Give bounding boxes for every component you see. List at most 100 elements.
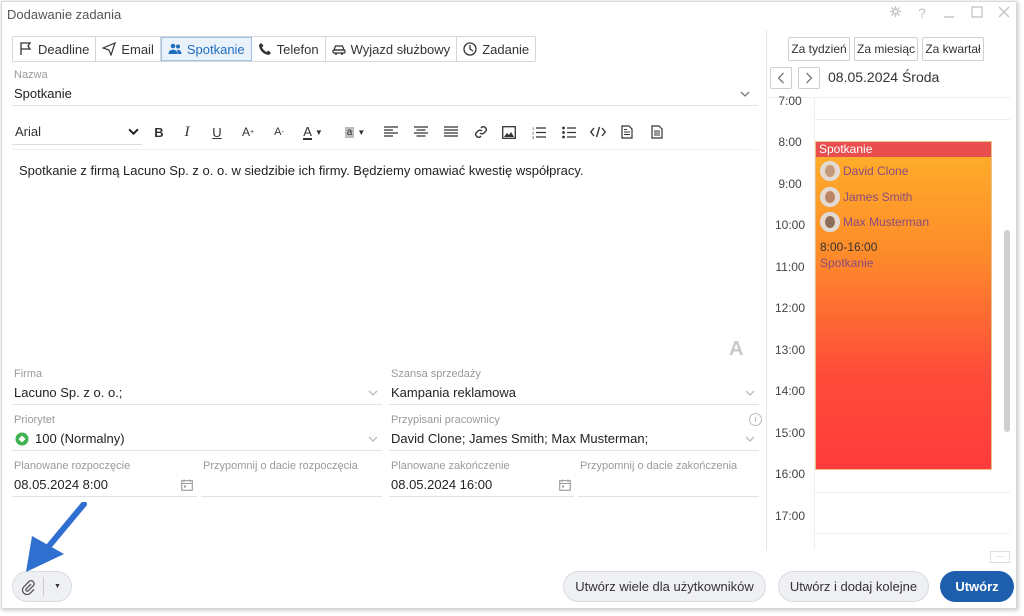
tab-email[interactable]: Email xyxy=(96,37,161,61)
plan-start-input[interactable]: 08.05.2024 8:00 xyxy=(14,477,108,492)
name-underline xyxy=(12,105,758,106)
font-select[interactable]: Arial xyxy=(12,119,142,145)
attachment-button-group: ▼ xyxy=(12,571,72,602)
name-input[interactable]: Spotkanie xyxy=(14,86,72,101)
tab-label: Zadanie xyxy=(482,41,530,57)
szansa-underline xyxy=(389,404,759,405)
chevron-down-icon[interactable] xyxy=(368,434,378,444)
paperclip-icon[interactable] xyxy=(13,572,43,601)
calendar-date-label: 08.05.2024 Środa xyxy=(828,69,940,85)
align-left-icon[interactable] xyxy=(382,119,400,145)
remind-start-underline xyxy=(201,496,382,497)
participant-name: Max Musterman xyxy=(843,215,930,229)
prev-day-button[interactable] xyxy=(770,67,792,89)
event-participant: David Clone xyxy=(820,161,908,181)
clock-icon xyxy=(463,42,477,56)
szansa-label: Szansa sprzedaży xyxy=(391,368,481,380)
przypisani-input[interactable]: David Clone; James Smith; Max Musterman; xyxy=(391,431,648,446)
tab-label: Telefon xyxy=(276,41,319,57)
create-and-add-next-button[interactable]: Utwórz i dodaj kolejne xyxy=(778,571,929,602)
plan-start-underline xyxy=(12,496,197,497)
tab-deadline[interactable]: Deadline xyxy=(13,37,97,61)
tab-zadanie[interactable]: Zadanie xyxy=(457,37,536,61)
font-color-icon[interactable]: A ▼ xyxy=(298,119,328,145)
szansa-input[interactable]: Kampania reklamowa xyxy=(391,385,516,400)
tab-wyjazd-sluzbowy[interactable]: Wyjazd służbowy xyxy=(325,37,458,61)
create-button[interactable]: Utwórz xyxy=(940,571,1014,602)
ordered-list-icon[interactable]: 123 xyxy=(530,119,548,145)
font-select-value: Arial xyxy=(15,124,42,139)
font-size-increase-icon[interactable]: A + xyxy=(238,119,258,145)
panel-divider xyxy=(766,30,767,550)
tab-label: Wyjazd służbowy xyxy=(350,41,451,57)
caret-down-icon[interactable]: ▼ xyxy=(44,572,71,601)
przypisani-label: Przypisani pracownicy xyxy=(391,414,500,426)
participant-name: James Smith xyxy=(843,190,913,204)
event-participant: Max Musterman xyxy=(820,212,929,232)
priorytet-input[interactable]: 100 (Normalny) xyxy=(35,431,125,446)
underline-icon[interactable]: U xyxy=(208,119,226,145)
chevron-down-icon[interactable] xyxy=(745,434,755,444)
send-icon xyxy=(102,42,117,56)
priorytet-label: Priorytet xyxy=(14,414,55,426)
calendar-icon[interactable] xyxy=(181,479,193,491)
grid-line xyxy=(814,533,1010,534)
text-style-icon[interactable]: A xyxy=(729,338,743,361)
priority-icon xyxy=(15,432,29,446)
settings-icon[interactable] xyxy=(885,5,905,23)
phone-icon xyxy=(258,43,271,55)
info-icon[interactable]: i xyxy=(749,413,762,426)
align-justify-icon[interactable] xyxy=(442,119,460,145)
plan-end-input[interactable]: 08.05.2024 16:00 xyxy=(391,477,492,492)
document-icon[interactable] xyxy=(618,119,636,145)
calendar-icon[interactable] xyxy=(559,479,571,491)
template-icon[interactable] xyxy=(648,119,666,145)
window-title: Dodawanie zadania xyxy=(7,7,122,22)
close-icon[interactable] xyxy=(994,5,1014,23)
remind-end-label: Przypomnij o dacie zakończenia xyxy=(580,460,738,472)
calendar-event[interactable]: Spotkanie David Clone James Smith Max Mu… xyxy=(815,141,992,470)
range-week-button[interactable]: Za tydzień xyxy=(788,37,850,61)
help-icon[interactable]: ? xyxy=(912,5,932,23)
chevron-left-icon xyxy=(777,72,784,84)
next-day-button[interactable] xyxy=(798,67,820,89)
calendar-scrollbar[interactable] xyxy=(1004,230,1010,432)
participant-name: David Clone xyxy=(843,164,909,178)
highlight-color-icon[interactable]: a ▼ xyxy=(340,119,370,145)
hour-label: 12:00 xyxy=(774,301,806,315)
chevron-down-icon[interactable] xyxy=(745,388,755,398)
bold-icon[interactable]: B xyxy=(150,119,168,145)
maximize-icon[interactable] xyxy=(967,5,987,23)
hour-label: 13:00 xyxy=(774,343,806,357)
code-icon[interactable] xyxy=(589,119,607,145)
range-month-button[interactable]: Za miesiąc xyxy=(854,37,918,61)
range-quarter-button[interactable]: Za kwartał xyxy=(922,37,984,61)
remind-start-label: Przypomnij o dacie rozpoczęcia xyxy=(203,460,358,472)
font-size-decrease-icon[interactable]: A- xyxy=(269,119,289,145)
image-icon[interactable] xyxy=(500,119,518,145)
grid-line xyxy=(814,492,1010,493)
firma-label: Firma xyxy=(14,368,43,380)
car-icon xyxy=(331,45,346,55)
firma-input[interactable]: Lacuno Sp. z o. o.; xyxy=(14,385,122,400)
hour-label: 8:00 xyxy=(778,135,802,149)
create-many-users-button[interactable]: Utwórz wiele dla użytkowników xyxy=(563,571,766,602)
tab-label: Email xyxy=(121,41,154,57)
chevron-down-icon[interactable] xyxy=(740,89,750,99)
description-editor[interactable]: Spotkanie z firmą Lacuno Sp. z o. o. w s… xyxy=(19,163,584,178)
more-icon[interactable]: ··· xyxy=(990,551,1010,563)
align-center-icon[interactable] xyxy=(412,119,430,145)
tab-spotkanie[interactable]: Spotkanie xyxy=(160,37,252,61)
minimize-icon[interactable] xyxy=(939,5,959,23)
people-icon xyxy=(168,43,182,54)
italic-icon[interactable]: I xyxy=(178,119,196,145)
link-icon[interactable] xyxy=(472,119,490,145)
avatar xyxy=(820,212,840,232)
tab-telefon[interactable]: Telefon xyxy=(251,37,326,61)
event-title: Spotkanie xyxy=(816,142,991,157)
chevron-down-icon[interactable] xyxy=(368,388,378,398)
event-participant: James Smith xyxy=(820,187,912,207)
hour-label: 17:00 xyxy=(774,509,806,523)
bullet-list-icon[interactable] xyxy=(560,119,578,145)
hour-label: 7:00 xyxy=(778,94,802,108)
